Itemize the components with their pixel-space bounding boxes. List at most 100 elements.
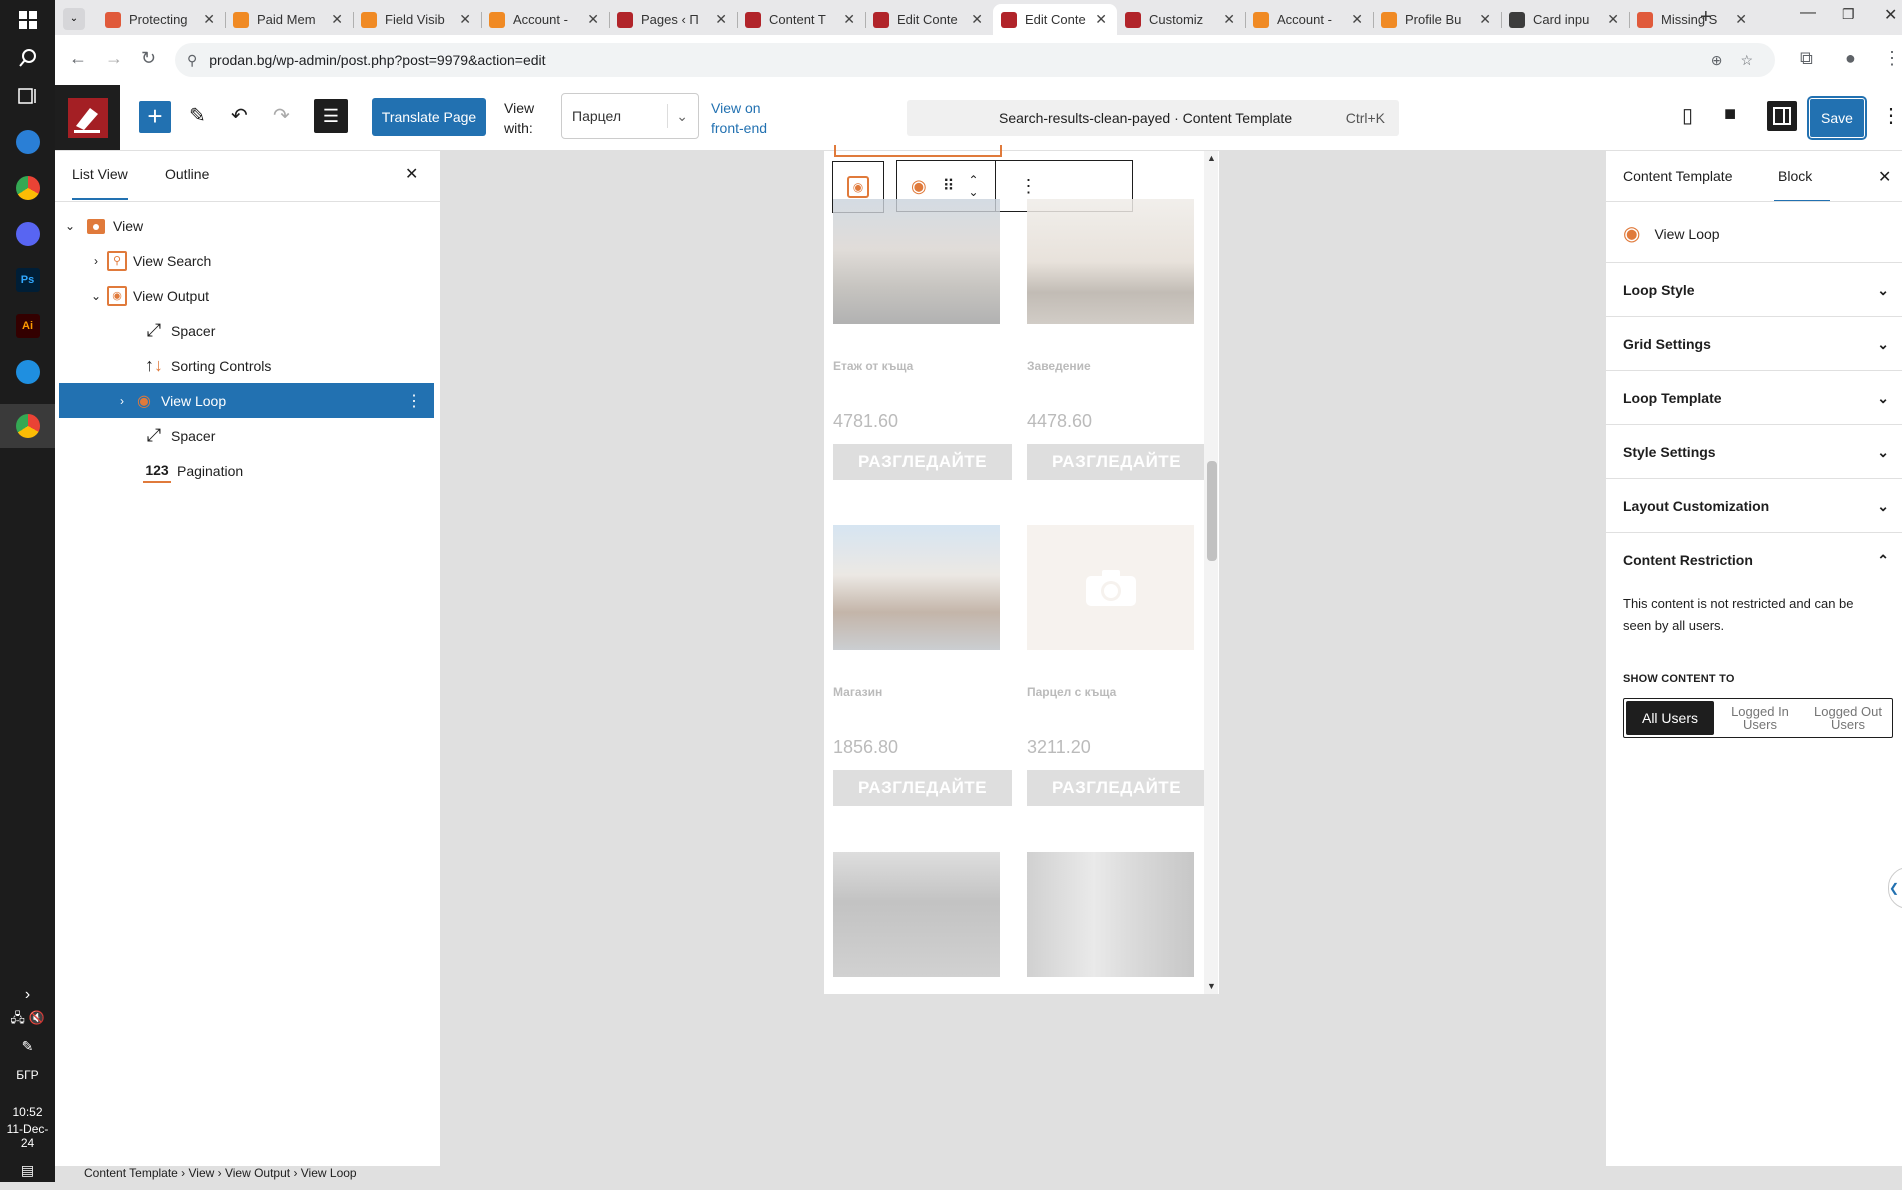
close-tab-icon[interactable]: ✕ — [1479, 11, 1491, 28]
panel-grid-settings[interactable]: Grid Settings ⌄ — [1606, 316, 1902, 371]
tree-item-view-loop[interactable]: › ◉ View Loop ⋮ — [59, 383, 434, 418]
close-tab-icon[interactable]: ✕ — [459, 11, 471, 28]
listing-image[interactable] — [833, 199, 1000, 324]
close-tab-icon[interactable]: ✕ — [1223, 11, 1235, 28]
chevron-down-icon[interactable]: ⌄ — [63, 219, 77, 233]
listing-image[interactable] — [1027, 852, 1194, 977]
undo-icon[interactable]: ↶ — [231, 103, 248, 128]
loop-icon[interactable]: ◉ — [911, 176, 927, 197]
redo-icon[interactable]: ↷ — [273, 103, 290, 128]
scroll-up-icon[interactable]: ▲ — [1207, 153, 1216, 163]
drag-handle-icon[interactable]: ⠿ — [943, 176, 955, 196]
extensions-icon[interactable]: ⧉ — [1800, 48, 1813, 69]
close-tab-icon[interactable]: ✕ — [843, 11, 855, 28]
view-listing-button[interactable]: РАЗГЛЕДАЙТЕ — [833, 444, 1012, 480]
tab-search-icon[interactable]: ⌄ — [63, 8, 85, 30]
language-indicator[interactable]: БГР — [0, 1068, 55, 1082]
bookmark-star-icon[interactable]: ☆ — [1740, 52, 1753, 69]
listing-image[interactable] — [1027, 199, 1194, 324]
close-tab-icon[interactable]: ✕ — [1607, 11, 1619, 28]
reload-icon[interactable]: ↻ — [141, 48, 156, 69]
clock-date[interactable]: 11-Dec-24 — [0, 1122, 55, 1150]
tree-item-sorting-controls[interactable]: ↑ ↓ Sorting Controls — [59, 348, 434, 383]
new-tab-icon[interactable]: + — [1700, 6, 1712, 29]
app-icon-chrome-profile[interactable] — [0, 168, 55, 208]
translate-page-button[interactable]: Translate Page — [372, 98, 486, 136]
forward-icon[interactable]: → — [105, 48, 123, 69]
search-icon[interactable] — [0, 38, 55, 78]
app-icon-blue[interactable] — [0, 352, 55, 392]
panel-loop-template[interactable]: Loop Template ⌄ — [1606, 370, 1902, 425]
url-bar[interactable]: ⚲ prodan.bg/wp-admin/post.php?post=9979&… — [175, 43, 1775, 77]
clock-time[interactable]: 10:52 — [0, 1105, 55, 1119]
chevron-right-icon[interactable]: › — [115, 394, 129, 408]
option-logged-in-users[interactable]: Logged In Users — [1716, 699, 1804, 737]
view-on-front-end-link[interactable]: View on front-end — [711, 98, 773, 138]
site-logo[interactable] — [55, 85, 120, 150]
chevron-down-icon[interactable]: ⌄ — [89, 289, 103, 303]
item-options-icon[interactable]: ⋮ — [406, 391, 422, 411]
block-breadcrumb[interactable]: Content Template › View › View Output › … — [84, 1166, 357, 1180]
restore-icon[interactable]: ❐ — [1842, 6, 1855, 23]
browser-tab[interactable]: Pages ‹ П ✕ — [609, 4, 737, 35]
browser-tab[interactable]: Protecting ✕ — [97, 4, 225, 35]
save-button[interactable]: Save — [1809, 98, 1865, 138]
edit-tool-icon[interactable]: ✎ — [189, 103, 206, 128]
task-view-icon[interactable] — [0, 76, 55, 116]
tab-outline[interactable]: Outline — [165, 166, 209, 182]
block-icon[interactable]: ■ — [1724, 103, 1736, 126]
command-palette-bar[interactable]: Search-results-clean-payed · Content Tem… — [907, 100, 1399, 136]
pen-icon[interactable]: ✎ — [0, 1026, 55, 1066]
panel-loop-style[interactable]: Loop Style ⌄ — [1606, 262, 1902, 317]
tree-item-view-output[interactable]: ⌄ ◉ View Output — [59, 278, 434, 313]
add-block-button[interactable]: + — [139, 101, 171, 133]
browser-tab[interactable]: Content T ✕ — [737, 4, 865, 35]
settings-sidebar-icon[interactable] — [1767, 101, 1797, 131]
browser-tab[interactable]: Customiz ✕ — [1117, 4, 1245, 35]
photoshop-icon[interactable]: Ps — [0, 260, 55, 300]
chevron-right-icon[interactable]: › — [89, 254, 103, 268]
scroll-down-icon[interactable]: ▼ — [1207, 981, 1216, 991]
close-tab-icon[interactable]: ✕ — [203, 11, 215, 28]
collapse-handle-icon[interactable]: ❮ — [1888, 867, 1902, 909]
close-window-icon[interactable]: ✕ — [1884, 5, 1897, 25]
view-with-select[interactable]: Парцел ⌄ — [561, 93, 699, 139]
close-tab-icon[interactable]: ✕ — [1351, 11, 1363, 28]
minimize-icon[interactable]: — — [1800, 4, 1816, 22]
panel-layout-customization[interactable]: Layout Customization ⌄ — [1606, 478, 1902, 533]
listing-image[interactable] — [833, 525, 1000, 650]
tree-item-spacer[interactable]: ⤢ Spacer — [59, 313, 434, 348]
profile-icon[interactable]: ● — [1845, 48, 1856, 69]
tree-item-view-search[interactable]: › ⚲ View Search — [59, 243, 434, 278]
view-listing-button[interactable]: РАЗГЛЕДАЙТЕ — [833, 770, 1012, 806]
tab-content-template[interactable]: Content Template — [1623, 168, 1732, 184]
zoom-icon[interactable]: ⊕ — [1711, 52, 1723, 69]
site-info-icon[interactable]: ⚲ — [187, 52, 197, 69]
browser-tab[interactable]: Account - ✕ — [481, 4, 609, 35]
panel-style-settings[interactable]: Style Settings ⌄ — [1606, 424, 1902, 479]
block-options-icon[interactable]: ⋮ — [1020, 176, 1038, 197]
browser-tab[interactable]: Edit Conte ✕ — [865, 4, 993, 35]
browser-tab[interactable]: Account - ✕ — [1245, 4, 1373, 35]
close-tab-icon[interactable]: ✕ — [1735, 11, 1747, 28]
windows-start-icon[interactable] — [0, 0, 55, 40]
tree-item-pagination[interactable]: 123 Pagination — [59, 453, 434, 488]
option-all-users[interactable]: All Users — [1626, 701, 1714, 735]
panel-content-restriction[interactable]: Content Restriction ⌃ — [1606, 532, 1902, 587]
move-up-down-icon[interactable]: ⌃ ⌄ — [968, 174, 978, 198]
mobile-preview-icon[interactable]: ▯ — [1682, 103, 1693, 128]
scrollbar-thumb[interactable] — [1207, 461, 1217, 561]
notification-icon[interactable]: ▤ — [0, 1150, 55, 1190]
close-tab-icon[interactable]: ✕ — [587, 11, 599, 28]
browser-tab[interactable]: Field Visib ✕ — [353, 4, 481, 35]
browser-tab[interactable]: Card inpu ✕ — [1501, 4, 1629, 35]
app-icon-thunderbird[interactable] — [0, 122, 55, 162]
view-listing-button[interactable]: РАЗГЛЕДАЙТЕ — [1027, 770, 1206, 806]
tab-list-view[interactable]: List View — [72, 166, 128, 200]
close-icon[interactable]: ✕ — [1878, 167, 1891, 187]
close-tab-icon[interactable]: ✕ — [331, 11, 343, 28]
browser-tab[interactable]: Missing S ✕ — [1629, 4, 1757, 35]
option-logged-out-users[interactable]: Logged Out Users — [1804, 699, 1892, 737]
close-tab-icon[interactable]: ✕ — [715, 11, 727, 28]
browser-menu-icon[interactable]: ⋮ — [1883, 48, 1901, 69]
